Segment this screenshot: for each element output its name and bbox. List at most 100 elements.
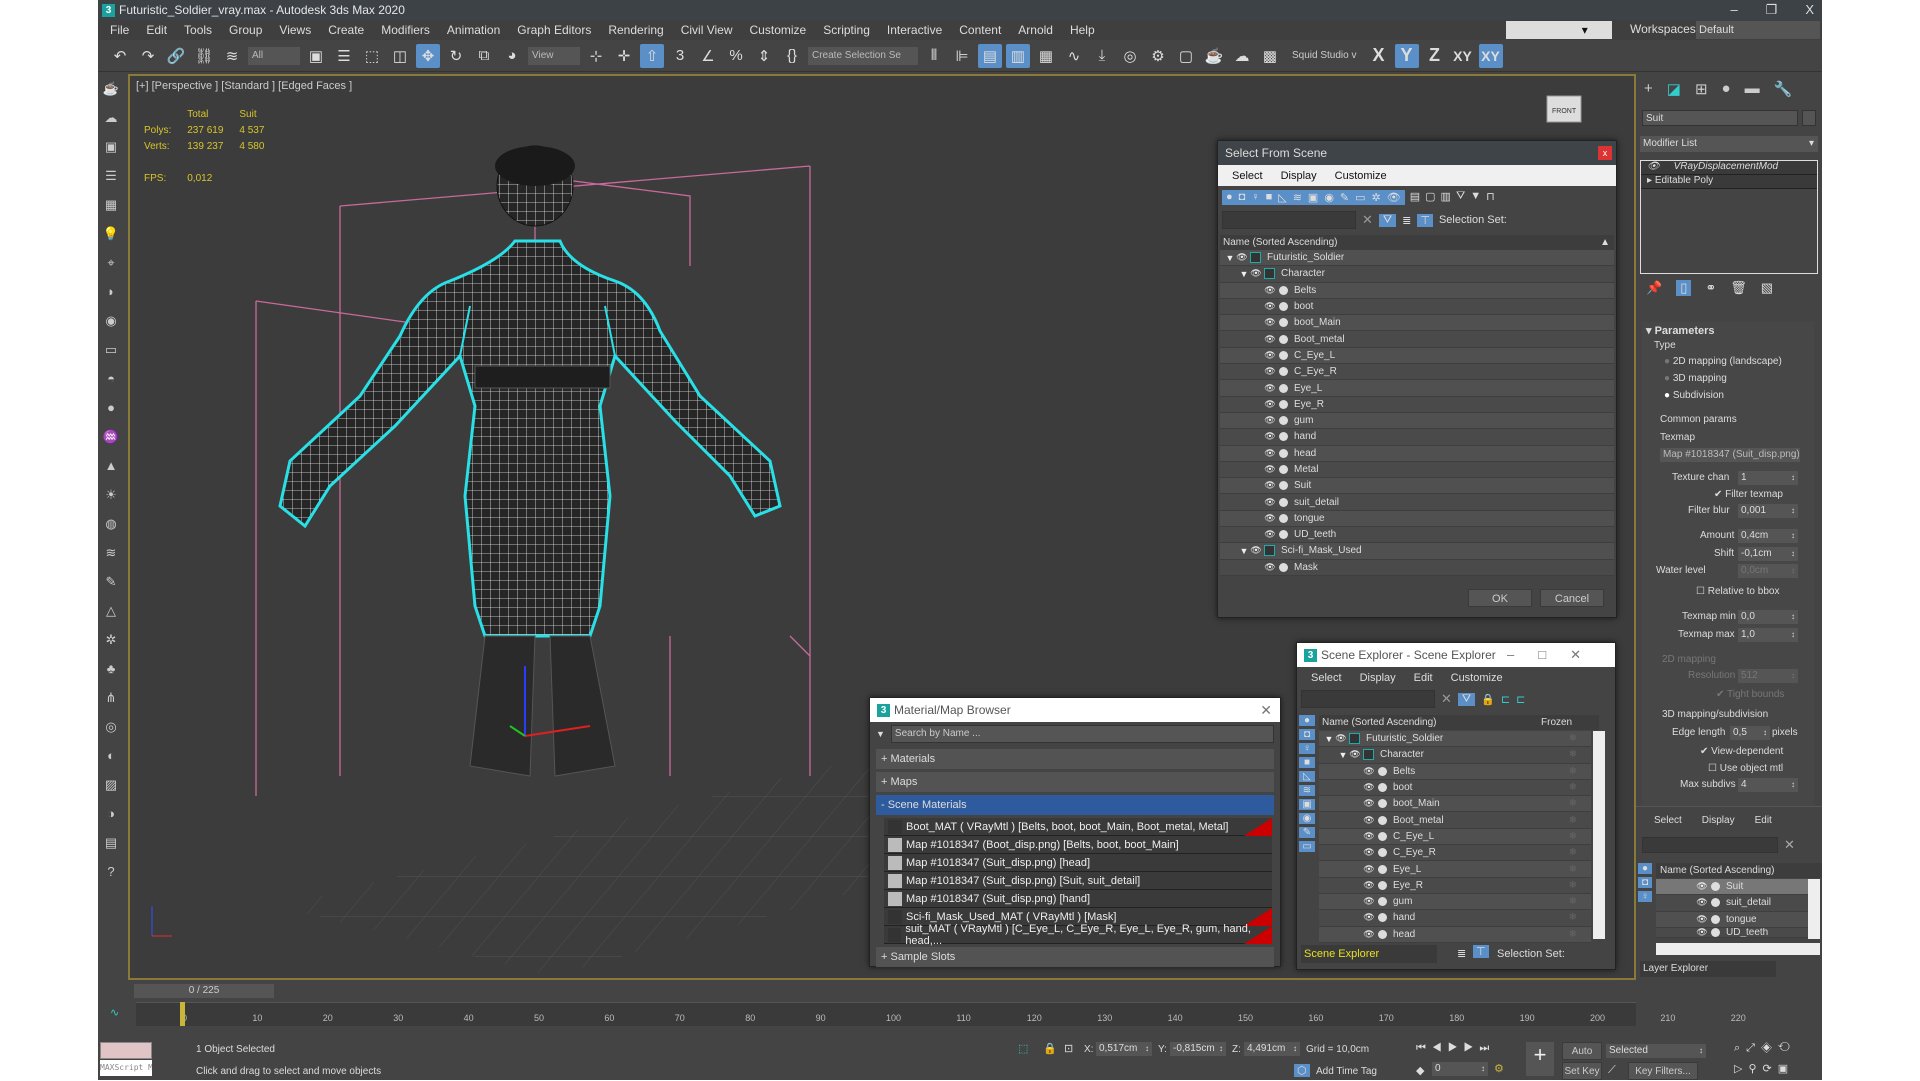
tree-row-futuristic-soldier[interactable]: ▼ 👁 Futuristic_Soldier [1220,250,1614,267]
expand-arrow-icon[interactable]: ▼ [1238,546,1250,556]
material-map-icon[interactable]: ▨ [102,777,120,799]
tree-row-character[interactable]: ▼ 👁 Character ❄ [1319,747,1591,764]
layers-icon[interactable]: ≣ [1402,214,1411,227]
layer-menu-edit[interactable]: Edit [1755,815,1772,826]
sample-slots-section[interactable]: + Sample Slots [876,947,1274,967]
tree-row-belts[interactable]: 👁 Belts [1220,282,1614,299]
tree-row-hand[interactable]: 👁 hand ❄ [1319,910,1591,927]
restore-button[interactable]: ❐ [1766,2,1778,18]
tree-row-ud-teeth[interactable]: 👁 UD_teeth [1220,527,1614,544]
remove-modifier-icon[interactable]: 🗑 [1730,280,1747,296]
menu-customize[interactable]: Customize [1335,170,1387,182]
window-controls[interactable]: –□✕ [1507,643,1605,667]
tree-row-boot-metal[interactable]: 👁 Boot_metal ❄ [1319,812,1591,829]
close-icon[interactable]: ✕ [1260,698,1272,722]
frozen-icon[interactable]: ❄ [1569,929,1577,940]
filter-geometry-icon[interactable]: ● [1226,191,1233,204]
render-production-icon[interactable]: ☕ [1202,44,1226,68]
use-object-mtl-checkbox[interactable]: ☐ Use object mtl [1708,763,1783,774]
stack-item-editable-poly[interactable]: ▸ Editable Poly [1641,175,1817,189]
visibility-eye-icon[interactable]: 👁 [1264,285,1276,296]
filter-lights-icon[interactable]: ♀ [1251,191,1259,204]
texmap-min-spinner[interactable]: 0,0 [1738,610,1798,624]
expand-arrow-icon[interactable]: ▼ [1238,269,1250,279]
visibility-eye-icon[interactable]: 👁 [1264,334,1276,345]
materials-section[interactable]: + Materials [876,749,1274,769]
plant-icon[interactable]: ♣ [102,661,120,683]
sun-icon[interactable]: ☀ [102,487,120,509]
filter-groups-icon[interactable]: ▣ [1299,799,1315,810]
menu-rendering[interactable]: Rendering [608,23,674,37]
dialog-title-bar[interactable]: Select From Scene x [1218,141,1616,165]
layer-explorer-dropdown[interactable]: Layer Explorer [1640,961,1776,977]
explorer-column-header[interactable]: Name (Sorted Ascending) Frozen [1319,715,1599,730]
tree-row-suit[interactable]: 👁 Suit [1220,478,1614,495]
visibility-eye-icon[interactable]: 👁 [1264,383,1276,394]
relative-bbox-checkbox[interactable]: ☐ Relative to bbox [1696,586,1779,597]
expand-arrow-icon[interactable]: ▼ [1323,734,1335,744]
material-item[interactable]: Map #1018347 (Boot_disp.png) [Belts, boo… [884,836,1272,854]
menu-scripting[interactable]: Scripting [823,23,881,37]
object-color-swatch[interactable] [1802,110,1816,126]
frozen-icon[interactable]: ❄ [1569,912,1577,923]
studio-label[interactable]: Squid Studio v [1286,50,1363,61]
modify-tab-icon[interactable]: ◪ [1667,80,1681,98]
visibility-eye-icon[interactable]: 👁 [1349,749,1361,760]
playback-controls[interactable]: ⏮◀▶▶⏭ [1416,1042,1495,1055]
view-dependent-checkbox[interactable]: ✔ View-dependent [1700,746,1783,757]
layer-vertical-scrollbar[interactable] [1808,879,1820,939]
key-tangent-icon[interactable]: ⟋ [1608,1064,1616,1077]
frozen-icon[interactable]: ❄ [1569,831,1577,842]
unlink-icon[interactable]: ⛓ [192,44,216,68]
y-coordinate-field[interactable]: -0,815cm [1170,1042,1226,1056]
render-iterative-icon[interactable]: ▩ [1258,44,1282,68]
tree-row-boot-main[interactable]: 👁 boot_Main [1220,315,1614,332]
expand-arrow-icon[interactable]: ▼ [1337,750,1349,760]
menu-graph-editors[interactable]: Graph Editors [517,23,602,37]
object-name-field[interactable]: Suit [1642,110,1798,126]
frozen-icon[interactable]: ❄ [1569,766,1577,777]
dome-icon[interactable]: ◓ [102,371,120,393]
clear-search-icon[interactable]: ✕ [1784,837,1795,853]
time-config-icon[interactable]: ⚙ [1494,1062,1504,1075]
help-icon[interactable]: ? [102,864,120,886]
explorer-title-bar[interactable]: 3 Scene Explorer - Scene Explorer –□✕ [1297,643,1615,667]
tree-row-boot[interactable]: 👁 boot [1220,298,1614,316]
visibility-eye-icon[interactable]: 👁 [1250,545,1262,556]
frozen-icon[interactable]: ❄ [1569,782,1577,793]
tree-row-sci-fi-mask-used[interactable]: ▼ 👁 Sci-fi_Mask_Used [1220,543,1614,560]
frozen-icon[interactable]: ❄ [1569,896,1577,907]
edge-length-spinner[interactable]: 0,5 [1730,726,1770,740]
render-window-icon[interactable]: ▣ [102,139,120,161]
track-bar[interactable]: 0102030405060708090100110120130140150160… [136,1002,1746,1026]
list-item[interactable]: 👁 Suit [1656,879,1808,896]
filter-groups-icon[interactable]: ▣ [1308,191,1318,204]
selection-filter-dropdown[interactable]: All [248,46,300,65]
visibility-eye-icon[interactable]: 👁 [1264,513,1276,524]
filter-spacewarps-icon[interactable]: ≋ [1299,785,1315,796]
filter-options-icon[interactable]: ⛛ [1456,190,1465,205]
visibility-eye-icon[interactable]: 👁 [1250,268,1262,279]
filter-particles-icon[interactable]: ✲ [1372,191,1381,204]
viewcube[interactable]: FRONT [1546,95,1582,123]
menu-help[interactable]: Help [1070,23,1106,37]
hierarchy-mode-icon[interactable]: ⊤ [1473,945,1489,958]
visibility-eye-icon[interactable]: 👁 [1264,562,1276,573]
workspace-dropdown[interactable]: Default [1696,21,1820,39]
tree-row-metal[interactable]: 👁 Metal [1220,461,1614,479]
hierarchy-icon[interactable]: ⊤ [1417,213,1433,227]
show-end-result-icon[interactable]: ▯ [1676,280,1692,296]
link-icon[interactable]: 🔗 [164,44,188,68]
filter-cameras-icon[interactable]: ■ [1266,191,1273,204]
layer-column-header[interactable]: Name (Sorted Ascending) [1656,863,1822,878]
layer-search-input[interactable] [1642,837,1778,853]
visibility-eye-icon[interactable]: 👁 [1264,480,1276,491]
filter-xrefs-icon[interactable]: ◉ [1299,813,1315,824]
current-frame-field[interactable]: 0 [1432,1062,1488,1076]
display-none-icon[interactable]: ▢ [1425,190,1435,205]
visibility-eye-icon[interactable]: 👁 [1363,782,1375,793]
scene-materials-section[interactable]: - Scene Materials [876,795,1274,815]
plane-icon[interactable]: ▭ [102,342,120,364]
undo-icon[interactable]: ↶ [108,44,132,68]
shift-spinner[interactable]: -0,1cm [1738,547,1798,561]
